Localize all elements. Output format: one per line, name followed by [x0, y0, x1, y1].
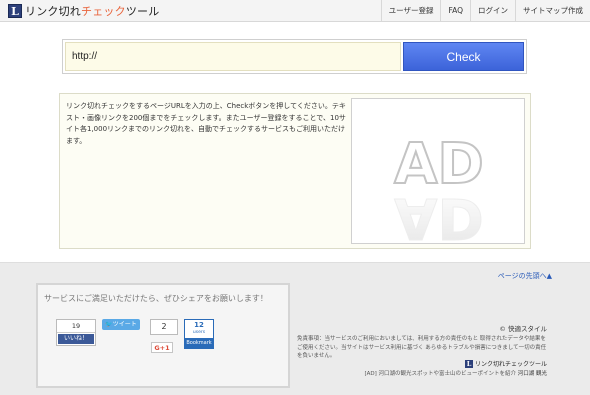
twitter-bird-icon: 🐦: [105, 321, 113, 328]
disclaimer: 免責事項：当サービスのご利用においましては、利用する方の責任のもと 取得されたデ…: [297, 336, 547, 359]
site-header: L リンク切れチェックツール ユーザー登録 FAQ ログイン サイトマップ作成: [0, 0, 590, 22]
footer-logo-text: リンク切れチェックツール: [474, 361, 547, 368]
ad-placeholder-graphic: AD AD: [393, 131, 485, 245]
nav-faq[interactable]: FAQ: [440, 0, 470, 22]
share-title: サービスにご満足いただけたら、ぜひシェアをお願いします！: [44, 294, 268, 303]
site-logo[interactable]: L リンク切れチェックツール: [8, 3, 159, 19]
gplus-button[interactable]: G+1: [151, 342, 173, 353]
share-box: サービスにご満足いただけたら、ぜひシェアをお願いします！ 19 いいね！ 🐦ツイ…: [36, 283, 290, 388]
copyright: © 快適スタイル: [499, 325, 547, 333]
like-label: いいね！: [58, 334, 94, 344]
nav-login[interactable]: ログイン: [470, 0, 515, 22]
url-input[interactable]: [65, 42, 401, 71]
tweet-button[interactable]: 🐦ツイート: [102, 319, 140, 330]
footer-logo[interactable]: L リンク切れチェックツール: [464, 359, 547, 368]
facebook-like-button[interactable]: 19 いいね！: [56, 319, 96, 346]
check-button[interactable]: Check: [403, 42, 524, 71]
footer-ad-link[interactable]: 河口湖 観光: [518, 371, 547, 377]
footer-logo-icon: L: [464, 359, 473, 368]
hatena-label: Bookmark: [185, 338, 213, 348]
top-nav: ユーザー登録 FAQ ログイン サイトマップ作成: [380, 0, 590, 22]
hatena-count: 12: [194, 321, 204, 329]
ad-label-reflection: AD: [394, 185, 484, 245]
page-footer: ページの先頭へ▲ サービスにご満足いただけたら、ぜひシェアをお願いします！ 19…: [0, 262, 590, 395]
nav-user-register[interactable]: ユーザー登録: [380, 0, 441, 22]
like-count: 19: [57, 320, 95, 333]
logo-icon: L: [8, 4, 22, 18]
footer-ad-line: [AD] 河口湖の観光スポットや富士山のビューポイントを紹介 河口湖 観光: [364, 371, 547, 377]
hatena-users: users: [192, 330, 206, 335]
page-top-link[interactable]: ページの先頭へ▲: [498, 271, 552, 281]
nav-sitemap-create[interactable]: サイトマップ作成: [515, 0, 590, 22]
logo-text: リンク切れチェックツール: [25, 5, 160, 18]
share-count: 2: [150, 319, 178, 335]
ad-placeholder[interactable]: AD AD: [351, 98, 525, 245]
main-panel: リンク切れチェックをするページURLを入力の上、Checkボタンを押してください…: [59, 93, 531, 249]
hatena-bookmark-button[interactable]: 12 users Bookmark: [184, 319, 214, 349]
url-check-form: Check: [62, 39, 527, 74]
description-text: リンク切れチェックをするページURLを入力の上、Checkボタンを押してください…: [66, 102, 346, 145]
